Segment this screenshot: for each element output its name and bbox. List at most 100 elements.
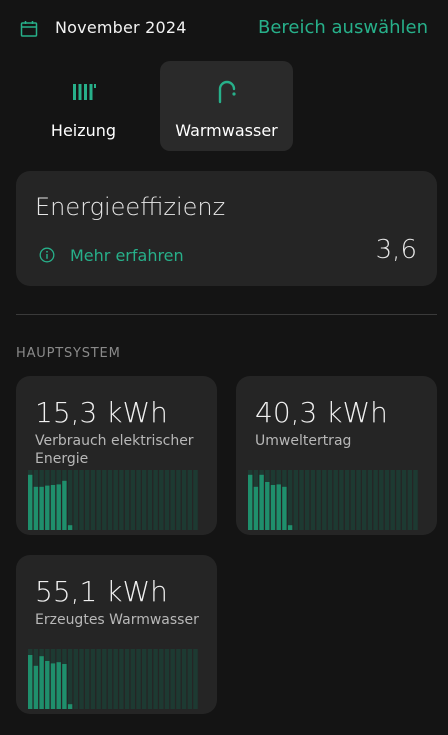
bar-track [119, 470, 124, 530]
bar-track [193, 649, 198, 709]
bar-track [136, 470, 141, 530]
bar-track [310, 470, 316, 530]
bar-track [107, 470, 113, 530]
bar-track [130, 470, 135, 530]
bar [253, 486, 259, 530]
bar-track [316, 470, 321, 530]
tile-label: Umweltertrag [255, 433, 352, 449]
tile-bar-chart [248, 470, 418, 530]
bar-track [287, 470, 293, 530]
bar [287, 525, 293, 530]
bar-track [327, 470, 333, 530]
bar-track [142, 470, 147, 530]
bar-track [305, 470, 310, 530]
bar-track [159, 470, 164, 530]
bar-track [193, 470, 198, 530]
select-range-button[interactable]: Bereich auswählen [258, 17, 428, 38]
bar-track [362, 470, 367, 530]
bar-track [119, 649, 124, 709]
bar [33, 665, 39, 709]
bar-track [79, 470, 84, 530]
bar [270, 485, 276, 530]
bar [50, 663, 56, 709]
bar [56, 662, 61, 709]
month-label: November 2024 [55, 18, 187, 37]
bar-track [164, 649, 170, 709]
bar-track [96, 470, 101, 530]
bar-track [373, 470, 378, 530]
calendar-icon[interactable] [20, 20, 38, 38]
bar [39, 486, 44, 530]
bar-track [73, 649, 78, 709]
bar-track [293, 470, 298, 530]
bar-track [67, 470, 73, 530]
bar-track [67, 649, 73, 709]
bar [67, 525, 73, 530]
bar [33, 486, 39, 530]
efficiency-value: 3,6 [375, 235, 417, 265]
bar-track [299, 470, 304, 530]
bar-track [153, 470, 158, 530]
bar [62, 480, 67, 530]
bar [62, 664, 67, 709]
bar [45, 485, 50, 530]
bar-track [96, 649, 101, 709]
bar-track [413, 470, 418, 530]
bar-track [107, 649, 113, 709]
efficiency-card: Energieeffizienz Mehr erfahren 3,6 [16, 171, 437, 286]
bar-track [176, 649, 181, 709]
tile-bar-chart [28, 470, 198, 530]
tile-value: 40,3 kWh [255, 396, 388, 429]
environmental-yield-tile[interactable]: 40,3 kWh Umweltertrag [236, 376, 437, 535]
learn-more-link[interactable]: Mehr erfahren [70, 246, 184, 265]
tile-label: Erzeugtes Warmwasser [35, 612, 199, 628]
tab-heizung[interactable]: Heizung [17, 61, 150, 151]
header-bar: November 2024 Bereich auswählen [0, 0, 448, 60]
bar-track [147, 649, 153, 709]
bar-track [136, 649, 141, 709]
bar [39, 656, 44, 709]
bar-track [407, 470, 412, 530]
tile-value: 55,1 kWh [35, 575, 168, 608]
energy-consumption-tile[interactable]: 15,3 kWh Verbrauch elektrischer Energie [16, 376, 217, 535]
tab-warmwasser-label: Warmwasser [175, 121, 278, 140]
bar [28, 655, 33, 709]
section-divider [16, 314, 437, 315]
bar [45, 661, 50, 709]
bar-track [339, 470, 344, 530]
tab-warmwasser[interactable]: Warmwasser [160, 61, 293, 151]
efficiency-title: Energieeffizienz [35, 193, 226, 221]
bar [265, 482, 270, 530]
bar-track [187, 649, 192, 709]
radiator-icon [72, 84, 96, 100]
bar-track [90, 470, 96, 530]
bar-track [85, 649, 90, 709]
hot-water-produced-tile[interactable]: 55,1 kWh Erzeugtes Warmwasser [16, 555, 217, 714]
info-icon[interactable] [39, 247, 55, 263]
bar [67, 704, 73, 709]
bar-track [142, 649, 147, 709]
bar-track [124, 470, 130, 530]
bar-track [384, 470, 390, 530]
bar-track [113, 649, 118, 709]
bar-track [187, 470, 192, 530]
bar-track [170, 470, 175, 530]
tile-value: 15,3 kWh [35, 396, 168, 429]
bar-track [130, 649, 135, 709]
bar-track [102, 649, 107, 709]
section-title: HAUPTSYSTEM [16, 346, 121, 361]
tile-label: Verbrauch elektrischer Energie [35, 433, 194, 467]
bar-track [390, 470, 395, 530]
bar-track [147, 470, 153, 530]
bar-track [176, 470, 181, 530]
bar-track [113, 470, 118, 530]
bar-track [170, 649, 175, 709]
bar-track [367, 470, 373, 530]
bar-track [322, 470, 327, 530]
bar [276, 484, 281, 530]
bar-track [90, 649, 96, 709]
bar-track [379, 470, 384, 530]
bar-track [79, 649, 84, 709]
bar-track [153, 649, 158, 709]
tile-bar-chart [28, 649, 198, 709]
